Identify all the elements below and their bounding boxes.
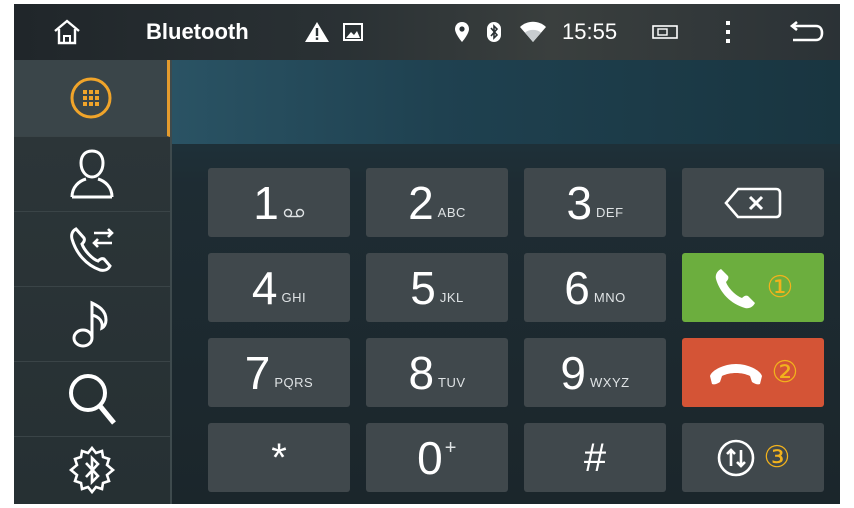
battery-icon: [650, 4, 680, 60]
warning-icon: [302, 4, 332, 60]
key-7[interactable]: 7 PQRS: [208, 338, 350, 407]
phone-icon: [715, 268, 755, 308]
sidebar-item-music[interactable]: [14, 286, 170, 362]
key-digit: 3: [566, 176, 593, 229]
bluetooth-settings-icon: [68, 445, 116, 495]
key-digit: 4: [251, 261, 278, 314]
hang-up-icon: [709, 363, 762, 384]
bluetooth-icon: [484, 4, 504, 60]
key-3[interactable]: 3 DEF: [524, 168, 666, 237]
key-6[interactable]: 6 MNO: [524, 253, 666, 322]
key-letters: DEF: [596, 205, 624, 220]
location-icon: [452, 4, 472, 60]
key-letters: +: [444, 437, 457, 459]
key-digit: 5: [410, 261, 436, 314]
sidebar-item-call-log[interactable]: [14, 211, 170, 287]
sidebar: [14, 60, 172, 504]
transfer-icon: [717, 439, 754, 476]
key-letters: GHI: [281, 290, 307, 305]
key-star[interactable]: *: [208, 423, 350, 492]
key-letters: ABC: [437, 205, 466, 220]
contacts-icon: [70, 148, 114, 198]
backspace-button[interactable]: [682, 168, 824, 237]
call-badge: ①: [766, 270, 794, 305]
voicemail-icon: [283, 208, 305, 218]
clock: 15:55: [562, 19, 618, 44]
key-4[interactable]: 4 GHI: [208, 253, 350, 322]
dialpad-icon: [70, 77, 111, 119]
call-log-icon: [70, 226, 114, 272]
key-5[interactable]: 5 JKL: [366, 253, 508, 322]
end-call-button[interactable]: ②: [682, 338, 824, 407]
app-title: Bluetooth: [146, 19, 249, 44]
key-8[interactable]: 8 TUV: [366, 338, 508, 407]
dialer-panel: 1 2 ABC 3 DEF 4 GHI 5 JKL 6 MNO ① 7 PQRS…: [172, 60, 840, 504]
end-badge: ②: [771, 355, 799, 390]
more-icon[interactable]: [714, 4, 742, 60]
transfer-badge: ③: [763, 440, 791, 475]
key-1[interactable]: 1: [208, 168, 350, 237]
status-bar: Bluetooth 15:55: [14, 4, 840, 60]
key-2[interactable]: 2 ABC: [366, 168, 508, 237]
image-icon: [340, 4, 366, 60]
key-digit: 0: [417, 431, 443, 484]
key-letters: WXYZ: [590, 375, 630, 390]
number-display[interactable]: [172, 60, 840, 144]
key-digit: 2: [408, 176, 434, 229]
sidebar-item-bluetooth-settings[interactable]: [14, 436, 170, 504]
backspace-icon: [724, 187, 782, 218]
call-button[interactable]: ①: [682, 253, 824, 322]
wifi-icon: [518, 4, 548, 60]
sidebar-item-search[interactable]: [14, 361, 170, 437]
back-icon[interactable]: [784, 4, 828, 60]
home-icon[interactable]: [44, 4, 90, 60]
key-hash[interactable]: #: [524, 423, 666, 492]
sidebar-item-dialpad[interactable]: [14, 60, 170, 137]
key-digit: 9: [560, 346, 587, 399]
key-letters: PQRS: [274, 375, 314, 390]
key-digit: 8: [408, 346, 435, 399]
key-digit: 6: [564, 261, 590, 314]
key-0[interactable]: 0 +: [366, 423, 508, 492]
key-9[interactable]: 9 WXYZ: [524, 338, 666, 407]
key-digit: 1: [253, 176, 279, 229]
transfer-audio-button[interactable]: ③: [682, 423, 824, 492]
key-letters: TUV: [438, 375, 466, 390]
key-letters: MNO: [593, 290, 626, 305]
key-digit: 7: [244, 346, 271, 399]
key-digit: #: [583, 435, 607, 480]
search-icon: [69, 373, 116, 425]
head-unit-screen: Bluetooth 15:55 1 2 ABC 3 DEF 4 GHI 5 JK…: [14, 4, 840, 504]
music-icon: [72, 300, 108, 347]
key-letters: JKL: [439, 290, 464, 305]
key-digit: *: [271, 435, 287, 480]
sidebar-item-contacts[interactable]: [14, 136, 170, 212]
